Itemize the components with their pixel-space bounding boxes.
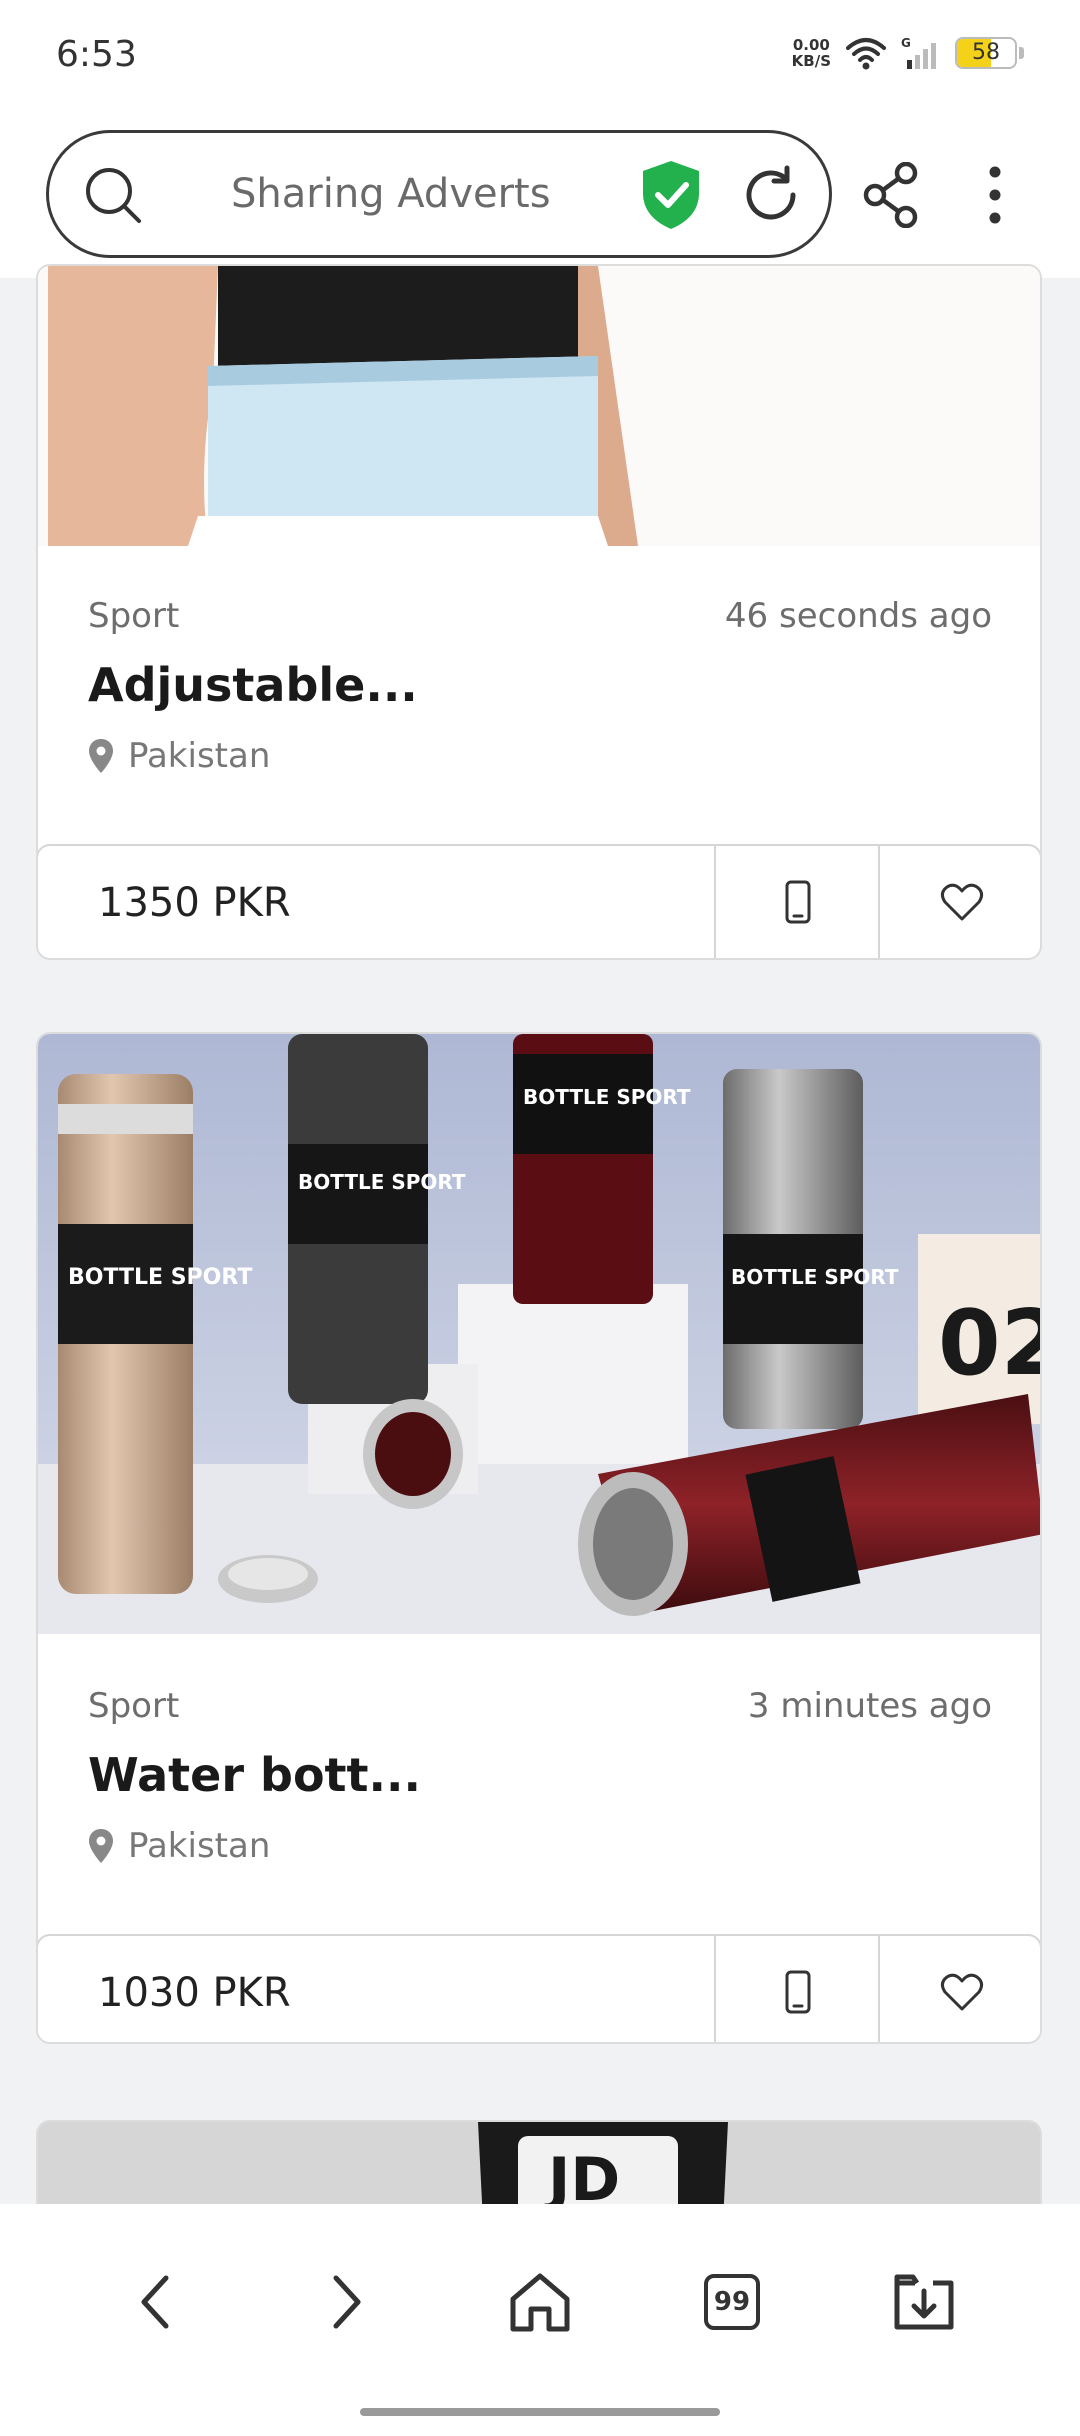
location-text: Pakistan <box>128 1826 271 1866</box>
svg-text:BOTTLE SPORT: BOTTLE SPORT <box>731 1265 899 1289</box>
tabs-button[interactable]: 99 <box>692 2262 772 2342</box>
svg-text:G: G <box>901 36 911 50</box>
gesture-bar[interactable] <box>360 2408 720 2416</box>
address-bar[interactable]: Sharing Adverts <box>46 130 832 258</box>
reload-icon[interactable] <box>739 163 803 227</box>
downloads-button[interactable] <box>884 2262 964 2342</box>
share-icon[interactable] <box>862 162 920 228</box>
location-pin-icon <box>89 739 113 773</box>
call-button[interactable] <box>714 846 880 958</box>
favorite-button[interactable] <box>878 1936 1040 2042</box>
cellular-signal-icon: G <box>901 36 936 69</box>
address-text[interactable]: Sharing Adverts <box>231 171 551 217</box>
battery-tip <box>1019 47 1024 59</box>
wifi-icon <box>846 38 886 70</box>
listing-image[interactable] <box>38 266 1040 546</box>
listing-title[interactable]: Water bott... <box>88 1748 421 1802</box>
network-speed: 0.00 KB/S <box>791 36 831 70</box>
listing-title[interactable]: Adjustable... <box>88 658 418 712</box>
battery-icon: 58 <box>955 37 1017 69</box>
heart-icon <box>940 883 984 921</box>
phone-icon <box>785 1970 811 2014</box>
svg-text:BOTTLE SPORT: BOTTLE SPORT <box>68 1265 252 1290</box>
listing-time: 3 minutes ago <box>747 1686 992 1726</box>
listing-price: 1350 PKR <box>98 880 291 926</box>
location-pin-icon <box>89 1829 113 1863</box>
listing-category: Sport <box>88 1686 180 1726</box>
location-text: Pakistan <box>128 736 271 776</box>
more-vert-icon[interactable] <box>980 162 1010 228</box>
shield-check-icon[interactable] <box>639 159 703 231</box>
status-bar: 6:53 0.00 KB/S G 58 <box>0 0 1080 120</box>
svg-text:BOTTLE SPORT: BOTTLE SPORT <box>523 1085 691 1109</box>
chevron-right-icon <box>333 2275 361 2329</box>
listing-image[interactable]: 02 BOTTLE SPORT BOTTLE SPORT BOTTLE SPOR… <box>38 1034 1040 1634</box>
home-button[interactable] <box>500 2262 580 2342</box>
listing-category: Sport <box>88 596 180 636</box>
svg-text:02: 02 <box>938 1291 1040 1396</box>
waist-belt-photo <box>38 266 1040 546</box>
price-bar: 1350 PKR <box>38 844 1040 958</box>
chevron-left-icon <box>141 2275 169 2329</box>
download-folder-icon <box>894 2274 954 2330</box>
listing-card[interactable]: Sport 46 seconds ago Adjustable... Pakis… <box>36 264 1042 960</box>
water-bottles-photo: 02 BOTTLE SPORT BOTTLE SPORT BOTTLE SPOR… <box>38 1034 1040 1634</box>
battery-level: 58 <box>972 40 1000 65</box>
call-button[interactable] <box>714 1936 880 2042</box>
phone-icon <box>785 880 811 924</box>
favorite-button[interactable] <box>878 846 1040 958</box>
svg-text:BOTTLE SPORT: BOTTLE SPORT <box>298 1170 466 1194</box>
status-icons: 0.00 KB/S G 58 <box>792 36 1024 70</box>
listing-location: Pakistan <box>88 736 270 776</box>
listing-card[interactable]: 02 BOTTLE SPORT BOTTLE SPORT BOTTLE SPOR… <box>36 1032 1042 2044</box>
listing-price: 1030 PKR <box>98 1970 291 2016</box>
heart-icon <box>940 1973 984 2011</box>
status-time: 6:53 <box>56 34 137 75</box>
browser-bottom-nav: 99 <box>0 2204 1080 2436</box>
back-button[interactable] <box>116 2262 196 2342</box>
price-bar: 1030 PKR <box>38 1934 1040 2042</box>
home-icon <box>510 2273 570 2332</box>
listing-location: Pakistan <box>88 1826 270 1866</box>
browser-toolbar: Sharing Adverts <box>0 120 1080 278</box>
forward-button[interactable] <box>306 2262 386 2342</box>
listing-time: 46 seconds ago <box>724 596 992 636</box>
search-icon[interactable] <box>83 165 143 225</box>
tabs-icon: 99 <box>704 2274 760 2330</box>
